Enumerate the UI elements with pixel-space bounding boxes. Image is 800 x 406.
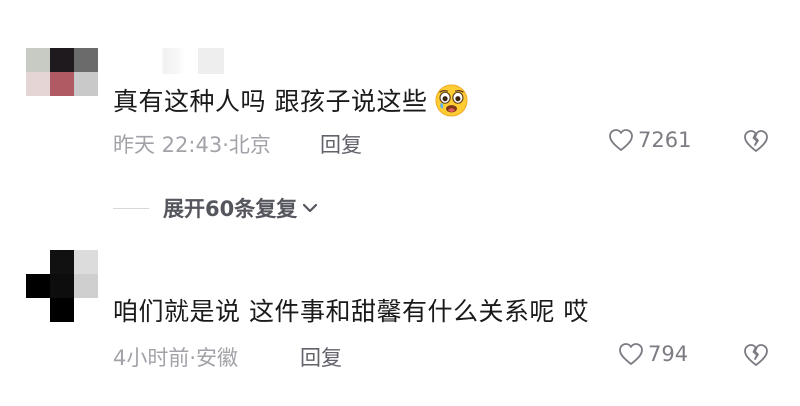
expand-replies-label: 展开60条复复 bbox=[163, 197, 298, 221]
comment-text: 咱们就是说 这件事和甜馨有什么关系呢 哎 bbox=[113, 292, 589, 328]
reply-button[interactable]: 回复 bbox=[300, 342, 342, 372]
comment-text-content: 咱们就是说 这件事和甜馨有什么关系呢 哎 bbox=[113, 297, 589, 326]
comment-time-location: 昨天 22:43·北京 bbox=[113, 133, 271, 157]
like-button[interactable]: 7261 bbox=[608, 128, 691, 152]
broken-heart-icon[interactable] bbox=[742, 129, 770, 153]
expand-divider-line bbox=[113, 207, 149, 209]
username-blurred[interactable] bbox=[110, 48, 245, 74]
heart-outline-icon bbox=[609, 129, 633, 151]
avatar[interactable] bbox=[26, 250, 98, 322]
expand-replies-button[interactable]: 展开60条复复 bbox=[113, 193, 319, 223]
like-count: 7261 bbox=[638, 128, 692, 152]
comment-text: 真有这种人吗 跟孩子说这些 bbox=[113, 82, 468, 118]
heart-outline-icon bbox=[619, 343, 643, 365]
crying-face-emoji-icon bbox=[435, 83, 468, 117]
comment-text-content: 真有这种人吗 跟孩子说这些 bbox=[113, 87, 428, 116]
avatar[interactable] bbox=[26, 48, 98, 120]
comment-time-location: 4小时前·安徽 bbox=[113, 346, 239, 370]
chevron-down-icon bbox=[303, 203, 318, 213]
like-button[interactable]: 794 bbox=[618, 342, 688, 366]
broken-heart-icon[interactable] bbox=[742, 343, 770, 367]
like-count: 794 bbox=[648, 342, 689, 366]
reply-button[interactable]: 回复 bbox=[320, 129, 362, 159]
